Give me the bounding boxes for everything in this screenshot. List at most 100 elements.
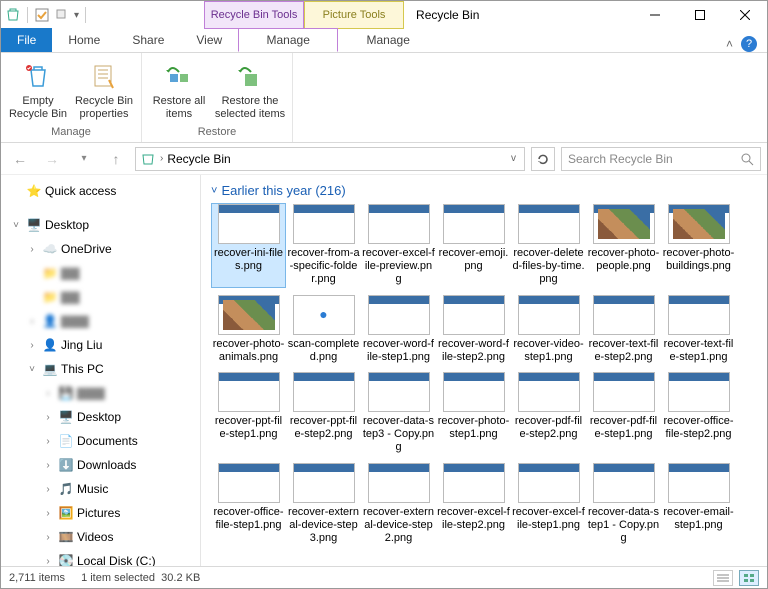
file-item[interactable]: recover-ppt-file-step1.png <box>212 372 285 455</box>
thumbnails-view-button[interactable] <box>739 570 759 586</box>
file-item[interactable]: recover-emoji.png <box>437 204 510 287</box>
file-item[interactable]: recover-photo-buildings.png <box>662 204 735 287</box>
navigation-pane[interactable]: ⭐Quick access ˅🖥️Desktop ›☁️OneDrive 📁▇▇… <box>1 175 201 566</box>
file-name-label: recover-ppt-file-step2.png <box>287 415 360 441</box>
recycle-bin-address-icon <box>140 151 156 167</box>
nav-folder-blur-2[interactable]: 📁▇▇ <box>1 285 200 309</box>
address-dropdown-icon[interactable]: v <box>507 153 520 164</box>
file-thumbnail <box>518 204 580 244</box>
nav-desktop[interactable]: ˅🖥️Desktop <box>1 213 200 237</box>
file-thumbnail <box>593 463 655 503</box>
maximize-button[interactable] <box>677 1 722 29</box>
file-tab[interactable]: File <box>1 28 52 52</box>
file-item[interactable]: recover-text-file-step2.png <box>587 295 660 364</box>
file-item[interactable]: recover-photo-people.png <box>587 204 660 287</box>
help-icon[interactable]: ? <box>741 36 757 52</box>
details-view-button[interactable] <box>713 570 733 586</box>
file-name-label: recover-external-device-step2.png <box>362 506 435 546</box>
nav-pc-documents[interactable]: ›📄Documents <box>1 429 200 453</box>
file-thumbnail <box>518 463 580 503</box>
file-item[interactable]: recover-data-step1 - Copy.png <box>587 463 660 546</box>
file-item[interactable]: recover-photo-step1.png <box>437 372 510 455</box>
file-item[interactable]: recover-excel-file-step2.png <box>437 463 510 546</box>
file-name-label: recover-office-file-step2.png <box>662 415 735 441</box>
nav-pc-desktop[interactable]: ›🖥️Desktop <box>1 405 200 429</box>
file-item[interactable]: recover-ini-files.png <box>212 204 285 287</box>
file-item[interactable]: recover-text-file-step1.png <box>662 295 735 364</box>
nav-quick-access[interactable]: ⭐Quick access <box>1 179 200 203</box>
chevron-down-icon: ˅ <box>211 185 217 197</box>
nav-pc-videos[interactable]: ›🎞️Videos <box>1 525 200 549</box>
empty-recycle-bin-button[interactable]: Empty Recycle Bin <box>7 59 69 121</box>
file-item[interactable]: recover-data-step3 - Copy.png <box>362 372 435 455</box>
back-button[interactable]: ← <box>7 146 33 172</box>
file-item[interactable]: recover-external-device-step2.png <box>362 463 435 546</box>
search-input[interactable]: Search Recycle Bin <box>561 147 761 171</box>
nav-pc-music[interactable]: ›🎵Music <box>1 477 200 501</box>
file-item[interactable]: recover-photo-animals.png <box>212 295 285 364</box>
view-tab[interactable]: View <box>180 28 238 52</box>
group-header[interactable]: ˅ Earlier this year (216) <box>211 183 757 198</box>
file-thumbnail <box>218 372 280 412</box>
file-list-pane[interactable]: ˅ Earlier this year (216) recover-ini-fi… <box>201 175 767 566</box>
minimize-button[interactable] <box>632 1 677 29</box>
up-button[interactable]: ↑ <box>103 146 129 172</box>
refresh-button[interactable] <box>531 147 555 171</box>
manage-recyclebin-tab[interactable]: Manage <box>238 28 338 52</box>
home-tab[interactable]: Home <box>52 28 116 52</box>
restore-selected-button[interactable]: Restore the selected items <box>214 59 286 121</box>
recycle-bin-properties-button[interactable]: Recycle Bin properties <box>73 59 135 121</box>
restore-group-label: Restore <box>198 126 237 140</box>
address-bar[interactable]: › Recycle Bin v <box>135 147 525 171</box>
qat-dropdown-icon[interactable]: ▾ <box>74 10 79 21</box>
file-item[interactable]: recover-ppt-file-step2.png <box>287 372 360 455</box>
file-item[interactable]: scan-completed.png <box>287 295 360 364</box>
nav-user-jing[interactable]: ›👤Jing Liu <box>1 333 200 357</box>
forward-button[interactable]: → <box>39 146 65 172</box>
file-name-label: recover-pdf-file-step2.png <box>512 415 585 441</box>
picture-tools-tab[interactable]: Picture Tools <box>304 1 404 29</box>
file-item[interactable]: recover-word-file-step1.png <box>362 295 435 364</box>
file-name-label: recover-photo-people.png <box>587 247 660 273</box>
file-name-label: recover-pdf-file-step1.png <box>587 415 660 441</box>
ribbon-collapse-icon[interactable]: ˄ <box>726 37 733 51</box>
close-button[interactable] <box>722 1 767 29</box>
file-item[interactable]: recover-office-file-step2.png <box>662 372 735 455</box>
file-thumbnail <box>368 295 430 335</box>
nav-folder-blur-1[interactable]: 📁▇▇ <box>1 261 200 285</box>
share-tab[interactable]: Share <box>116 28 180 52</box>
qat-menu-icon[interactable] <box>54 7 70 23</box>
file-thumbnail <box>443 295 505 335</box>
file-item[interactable]: recover-external-device-step3.png <box>287 463 360 546</box>
file-name-label: recover-photo-step1.png <box>437 415 510 441</box>
restore-selected-icon <box>234 61 266 93</box>
file-item[interactable]: recover-office-file-step1.png <box>212 463 285 546</box>
nav-local-disk-c[interactable]: ›💽Local Disk (C:) <box>1 549 200 566</box>
recent-locations-button[interactable]: ▾ <box>71 146 97 172</box>
recycle-bin-tools-tab[interactable]: Recycle Bin Tools <box>204 1 304 29</box>
nav-user-blur[interactable]: ›👤▇▇▇ <box>1 309 200 333</box>
file-item[interactable]: recover-pdf-file-step1.png <box>587 372 660 455</box>
file-name-label: recover-excel-file-step2.png <box>437 506 510 532</box>
file-name-label: recover-text-file-step1.png <box>662 338 735 364</box>
nav-pc-pictures[interactable]: ›🖼️Pictures <box>1 501 200 525</box>
checkbox-icon[interactable] <box>34 7 50 23</box>
file-item[interactable]: recover-email-step1.png <box>662 463 735 546</box>
file-item[interactable]: recover-pdf-file-step2.png <box>512 372 585 455</box>
nav-drive-blur[interactable]: ›💾▇▇▇ <box>1 381 200 405</box>
file-item[interactable]: recover-from-a-specific-folder.png <box>287 204 360 287</box>
file-item[interactable]: recover-excel-file-step1.png <box>512 463 585 546</box>
nav-onedrive[interactable]: ›☁️OneDrive <box>1 237 200 261</box>
file-item[interactable]: recover-word-file-step2.png <box>437 295 510 364</box>
file-name-label: recover-data-step1 - Copy.png <box>587 506 660 546</box>
file-thumbnail <box>293 204 355 244</box>
restore-all-button[interactable]: Restore all items <box>148 59 210 121</box>
file-name-label: recover-text-file-step2.png <box>587 338 660 364</box>
nav-pc-downloads[interactable]: ›⬇️Downloads <box>1 453 200 477</box>
nav-this-pc[interactable]: ˅💻This PC <box>1 357 200 381</box>
search-icon <box>740 152 754 166</box>
file-item[interactable]: recover-excel-file-preview.png <box>362 204 435 287</box>
manage-picture-tab[interactable]: Manage <box>338 28 438 52</box>
file-item[interactable]: recover-video-step1.png <box>512 295 585 364</box>
file-item[interactable]: recover-deleted-files-by-time.png <box>512 204 585 287</box>
